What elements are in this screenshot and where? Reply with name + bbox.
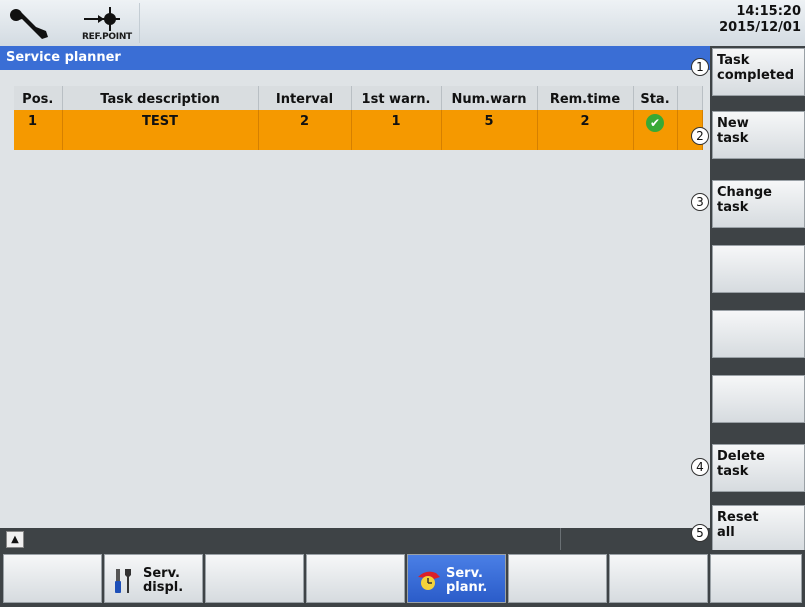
col-header-interval[interactable]: Interval bbox=[258, 86, 352, 110]
softkey-empty-4[interactable] bbox=[712, 245, 805, 293]
softkey-empty-5[interactable] bbox=[712, 310, 805, 358]
cell-pos[interactable]: 1 bbox=[14, 110, 63, 150]
cell-interval[interactable]: 2 bbox=[258, 110, 352, 150]
bottom-softkey-8[interactable] bbox=[710, 554, 802, 603]
bottom-softkey-3[interactable] bbox=[205, 554, 304, 603]
top-bar: REF.POINT 14:15:20 2015/12/01 bbox=[0, 0, 805, 46]
table-header-row: Pos. Task description Interval 1st warn.… bbox=[14, 86, 703, 110]
col-header-rem-time[interactable]: Rem.time bbox=[537, 86, 634, 110]
bottom-softkey-4[interactable] bbox=[306, 554, 405, 603]
clock: 14:15:20 2015/12/01 bbox=[719, 4, 801, 36]
serv-displ-button[interactable]: Serv. displ. bbox=[104, 554, 203, 603]
check-ok-icon: ✔ bbox=[646, 114, 664, 132]
task-table: Pos. Task description Interval 1st warn.… bbox=[14, 86, 703, 150]
scroll-up-icon[interactable]: ▲ bbox=[6, 531, 24, 548]
task-completed-label: Task completed bbox=[717, 53, 795, 83]
bottom-softkey-7[interactable] bbox=[609, 554, 708, 603]
horizontal-softkey-bar: Serv. displ. Serv. planr. bbox=[0, 550, 805, 607]
ref-point-label: REF.POINT bbox=[82, 32, 132, 42]
service-planner-icon bbox=[416, 567, 442, 597]
cell-num-warn[interactable]: 5 bbox=[441, 110, 538, 150]
softkey-empty-6[interactable] bbox=[712, 375, 805, 423]
wrench-icon[interactable] bbox=[6, 3, 52, 43]
serv-displ-label: Serv. displ. bbox=[143, 566, 184, 595]
reset-all-button[interactable]: Reset all bbox=[712, 505, 805, 553]
tools-icon bbox=[113, 567, 135, 599]
new-task-label: New task bbox=[717, 116, 749, 146]
clock-date: 2015/12/01 bbox=[719, 20, 801, 35]
col-header-status[interactable]: Sta. bbox=[633, 86, 678, 110]
cell-task-description[interactable]: TEST bbox=[62, 110, 259, 150]
cell-rem-time[interactable]: 2 bbox=[537, 110, 634, 150]
callout-3: 3 bbox=[691, 193, 709, 211]
delete-task-label: Delete task bbox=[717, 449, 765, 479]
callout-5: 5 bbox=[691, 524, 709, 542]
page-title: Service planner bbox=[0, 46, 710, 70]
new-task-button[interactable]: Change task New task bbox=[712, 111, 805, 159]
cell-status[interactable]: ✔ bbox=[633, 110, 678, 150]
reset-all-label: Reset all bbox=[717, 510, 759, 540]
bottom-softkey-6[interactable] bbox=[508, 554, 607, 603]
clock-time: 14:15:20 bbox=[736, 4, 801, 19]
change-task-label: Change task bbox=[717, 185, 772, 215]
serv-planr-button[interactable]: Serv. planr. bbox=[407, 554, 506, 603]
status-bar: ▲ bbox=[0, 528, 710, 550]
cell-first-warn[interactable]: 1 bbox=[351, 110, 442, 150]
task-completed-button[interactable]: Task completed bbox=[712, 48, 805, 96]
callout-2: 2 bbox=[691, 127, 709, 145]
callout-4: 4 bbox=[691, 458, 709, 476]
col-header-task-description[interactable]: Task description bbox=[62, 86, 259, 110]
callout-1: 1 bbox=[691, 58, 709, 76]
ref-point-icon[interactable]: REF.POINT bbox=[80, 3, 140, 43]
col-header-pos[interactable]: Pos. bbox=[14, 86, 63, 110]
main-panel: Pos. Task description Interval 1st warn.… bbox=[0, 70, 710, 528]
change-task-button[interactable]: Change task bbox=[712, 180, 805, 228]
bottom-softkey-1[interactable] bbox=[3, 554, 102, 603]
status-divider bbox=[560, 528, 561, 550]
delete-task-button[interactable]: Delete task bbox=[712, 444, 805, 492]
col-header-num-warn[interactable]: Num.warn bbox=[441, 86, 538, 110]
col-header-spacer bbox=[677, 86, 703, 110]
col-header-first-warn[interactable]: 1st warn. bbox=[351, 86, 442, 110]
vertical-softkey-bar: Task completed Change task New task Chan… bbox=[710, 46, 805, 553]
serv-planr-label: Serv. planr. bbox=[446, 566, 488, 595]
table-row[interactable]: 1 TEST 2 1 5 2 ✔ bbox=[14, 110, 703, 150]
